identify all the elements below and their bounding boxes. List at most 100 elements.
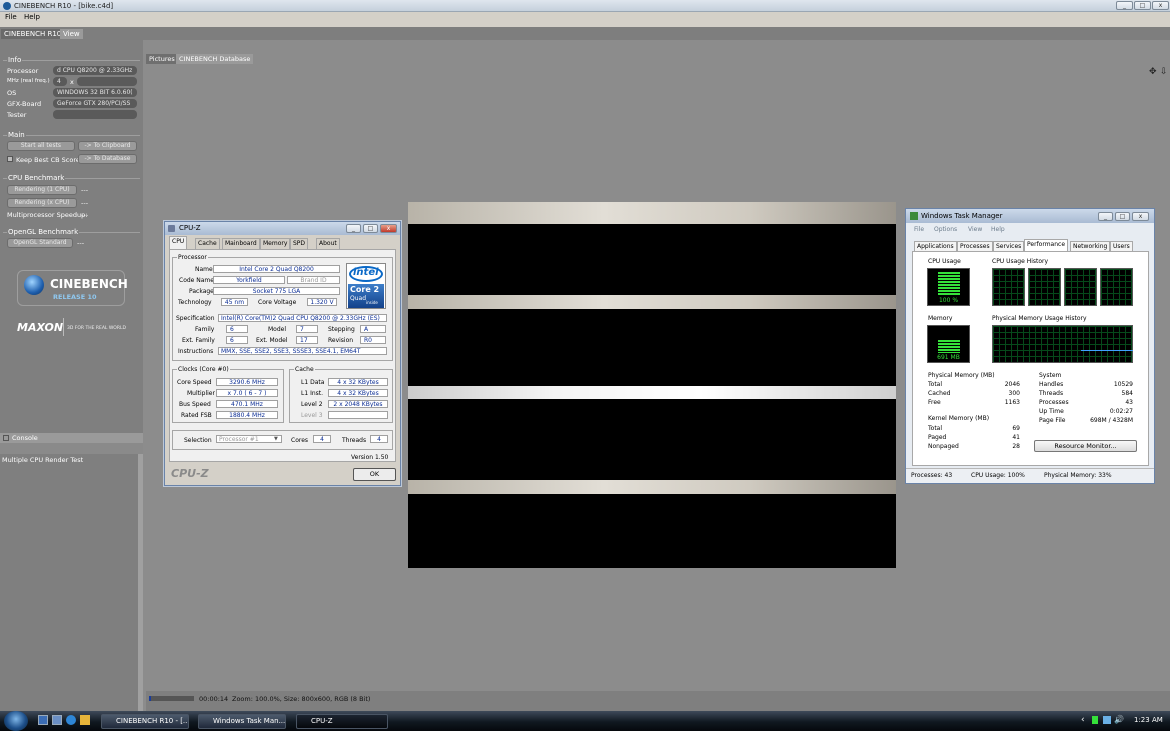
tm-menu-help[interactable]: Help [991, 226, 1005, 233]
tab-view[interactable]: View [60, 29, 83, 39]
cpuz-tab-mainboard[interactable]: Mainboard [222, 238, 260, 249]
sys-handles-label: Handles [1039, 381, 1064, 388]
start-button[interactable] [4, 711, 28, 731]
cpuz-l1d-label: L1 Data [301, 379, 325, 386]
tm-menu-file[interactable]: File [914, 226, 924, 233]
processor-field[interactable]: d CPU Q8200 @ 2.33GHz [53, 66, 137, 75]
cpuz-close-button[interactable]: x [380, 224, 397, 233]
cpuz-voltage-value: 1.320 V [307, 298, 337, 306]
tm-tab-users[interactable]: Users [1110, 241, 1133, 251]
tm-minimize-button[interactable]: _ [1098, 212, 1113, 221]
tab-cinebench[interactable]: CINEBENCH R10 [1, 29, 65, 39]
cpuz-l3-value [328, 411, 388, 419]
close-button[interactable]: x [1152, 1, 1169, 10]
show-desktop-icon[interactable] [38, 715, 48, 725]
tm-close-button[interactable]: x [1132, 212, 1149, 221]
maxon-tagline: 3D FOR THE REAL WORLD [67, 326, 126, 331]
task-manager-window[interactable]: Windows Task Manager _ □ x File Options … [905, 208, 1155, 484]
taskbar-item-cinebench[interactable]: CINEBENCH R10 - [... [101, 714, 189, 729]
media-player-icon[interactable] [80, 715, 90, 725]
cache-box-header: Cache [294, 366, 315, 373]
gfx-field[interactable]: GeForce GTX 280/PCI/SS [53, 99, 137, 108]
render-1cpu-button[interactable]: Rendering (1 CPU) [7, 185, 77, 195]
download-arrow-icon[interactable]: ⇩ [1160, 67, 1168, 77]
cpuz-package-value: Socket 775 LGA [213, 287, 340, 295]
cpuz-window[interactable]: CPU-Z _ □ x CPU Cache Mainboard Memory S… [164, 221, 401, 486]
mhz-real-field[interactable] [77, 77, 137, 86]
cinebench-sphere-icon [24, 275, 44, 295]
to-database-button[interactable]: -> To Database [78, 154, 137, 164]
tab-pictures[interactable]: Pictures [146, 54, 178, 64]
opengl-standard-button[interactable]: OpenGL Standard [7, 238, 73, 248]
tester-field[interactable] [53, 110, 137, 119]
cpuz-ratedfsb-label: Rated FSB [181, 412, 212, 419]
cpuz-tab-spd[interactable]: SPD [290, 238, 309, 249]
tray-taskmgr-icon[interactable] [1092, 716, 1098, 724]
tray-clock[interactable]: 1:23 AM [1134, 716, 1163, 724]
mhz-field[interactable]: 4 [53, 77, 67, 86]
menu-file[interactable]: File [5, 13, 17, 21]
start-all-tests-button[interactable]: Start all tests [7, 141, 75, 151]
phys-mem-history-label: Physical Memory Usage History [992, 315, 1087, 322]
cpuz-tab-cache[interactable]: Cache [195, 238, 220, 249]
tm-title: Windows Task Manager [921, 212, 1003, 220]
tm-tab-processes[interactable]: Processes [957, 241, 993, 251]
os-field[interactable]: WINDOWS 32 BIT 6.0.60( [53, 88, 137, 97]
resource-monitor-button[interactable]: Resource Monitor... [1034, 440, 1137, 452]
cpuz-tab-cpu[interactable]: CPU [169, 236, 188, 249]
cpuz-threads-value: 4 [370, 435, 388, 443]
menu-help[interactable]: Help [24, 13, 40, 21]
tm-tab-applications[interactable]: Applications [914, 241, 957, 251]
tm-menu-options[interactable]: Options [934, 226, 957, 233]
tm-maximize-button[interactable]: □ [1115, 212, 1130, 221]
cpuz-extfamily-label: Ext. Family [182, 337, 215, 344]
cpuz-tab-about[interactable]: About [316, 238, 340, 249]
cpuz-threads-label: Threads [342, 437, 367, 444]
cpuz-maximize-button[interactable]: □ [363, 224, 378, 233]
cpuz-name-value: Intel Core 2 Quad Q8200 [213, 265, 340, 273]
tm-menu-view[interactable]: View [968, 226, 982, 233]
intel-logo-text: intel [353, 267, 379, 278]
release-logo-text: RELEASE 10 [53, 293, 97, 301]
cpuz-l3-label: Level 3 [301, 412, 323, 419]
chevron-down-icon[interactable]: ▼ [274, 436, 278, 442]
cpuz-l1i-value: 4 x 32 KBytes [328, 389, 388, 397]
cpuz-tab-memory[interactable]: Memory [260, 238, 291, 249]
internet-explorer-icon[interactable] [66, 715, 76, 725]
phys-cached-value: 300 [1008, 390, 1020, 397]
cpuz-model-value: 7 [296, 325, 318, 333]
app-tabs: CINEBENCH R10 View [0, 27, 1170, 40]
tab-cinebench-database[interactable]: CINEBENCH Database [176, 54, 254, 64]
move-icon[interactable]: ✥ [1149, 67, 1157, 77]
tm-tab-networking[interactable]: Networking [1070, 241, 1111, 251]
switch-windows-icon[interactable] [52, 715, 62, 725]
tm-tab-performance[interactable]: Performance [1024, 239, 1069, 251]
cpuz-minimize-button[interactable]: _ [346, 224, 361, 233]
cpuz-corespeed-value: 3290.6 MHz [216, 378, 278, 386]
cpuz-instructions-value: MMX, SSE, SSE2, SSE3, SSSE3, SSE4.1, EM6… [218, 347, 387, 355]
to-clipboard-button[interactable]: -> To Clipboard [78, 141, 137, 151]
render-band [408, 480, 896, 494]
cpuz-ok-button[interactable]: OK [353, 468, 396, 481]
core2-text: Core 2 [350, 285, 380, 294]
cpuz-codename-value: Yorkfield [213, 276, 285, 284]
taskbar-item-cpuz[interactable]: CPU-Z [296, 714, 388, 729]
mp-speedup-label: Multiprocessor Speedup: [7, 211, 88, 219]
mhz-x-label: x [70, 78, 74, 86]
tray-volume-icon[interactable]: 🔊 [1114, 715, 1124, 724]
cpuz-l1i-label: L1 Inst. [301, 390, 324, 397]
tm-tab-services[interactable]: Services [993, 241, 1025, 251]
tray-chevron-icon[interactable]: ‹ [1081, 715, 1085, 725]
taskbar-item-task-manager[interactable]: Windows Task Man... [198, 714, 286, 729]
processor-select[interactable]: Processor #1 [216, 435, 282, 443]
maximize-button[interactable]: □ [1134, 1, 1151, 10]
render-time: 00:00:14 [199, 695, 229, 703]
console-toggle[interactable] [3, 435, 9, 441]
render-xcpu-button[interactable]: Rendering (x CPU) [7, 198, 77, 208]
sys-processes-value: 43 [1125, 399, 1133, 406]
kernel-mem-header: Kernel Memory (MB) [928, 415, 990, 422]
minimize-button[interactable]: _ [1116, 1, 1133, 10]
console-scrollbar[interactable] [138, 454, 143, 711]
keep-best-checkbox[interactable] [7, 156, 13, 162]
tray-network-icon[interactable] [1103, 716, 1111, 724]
